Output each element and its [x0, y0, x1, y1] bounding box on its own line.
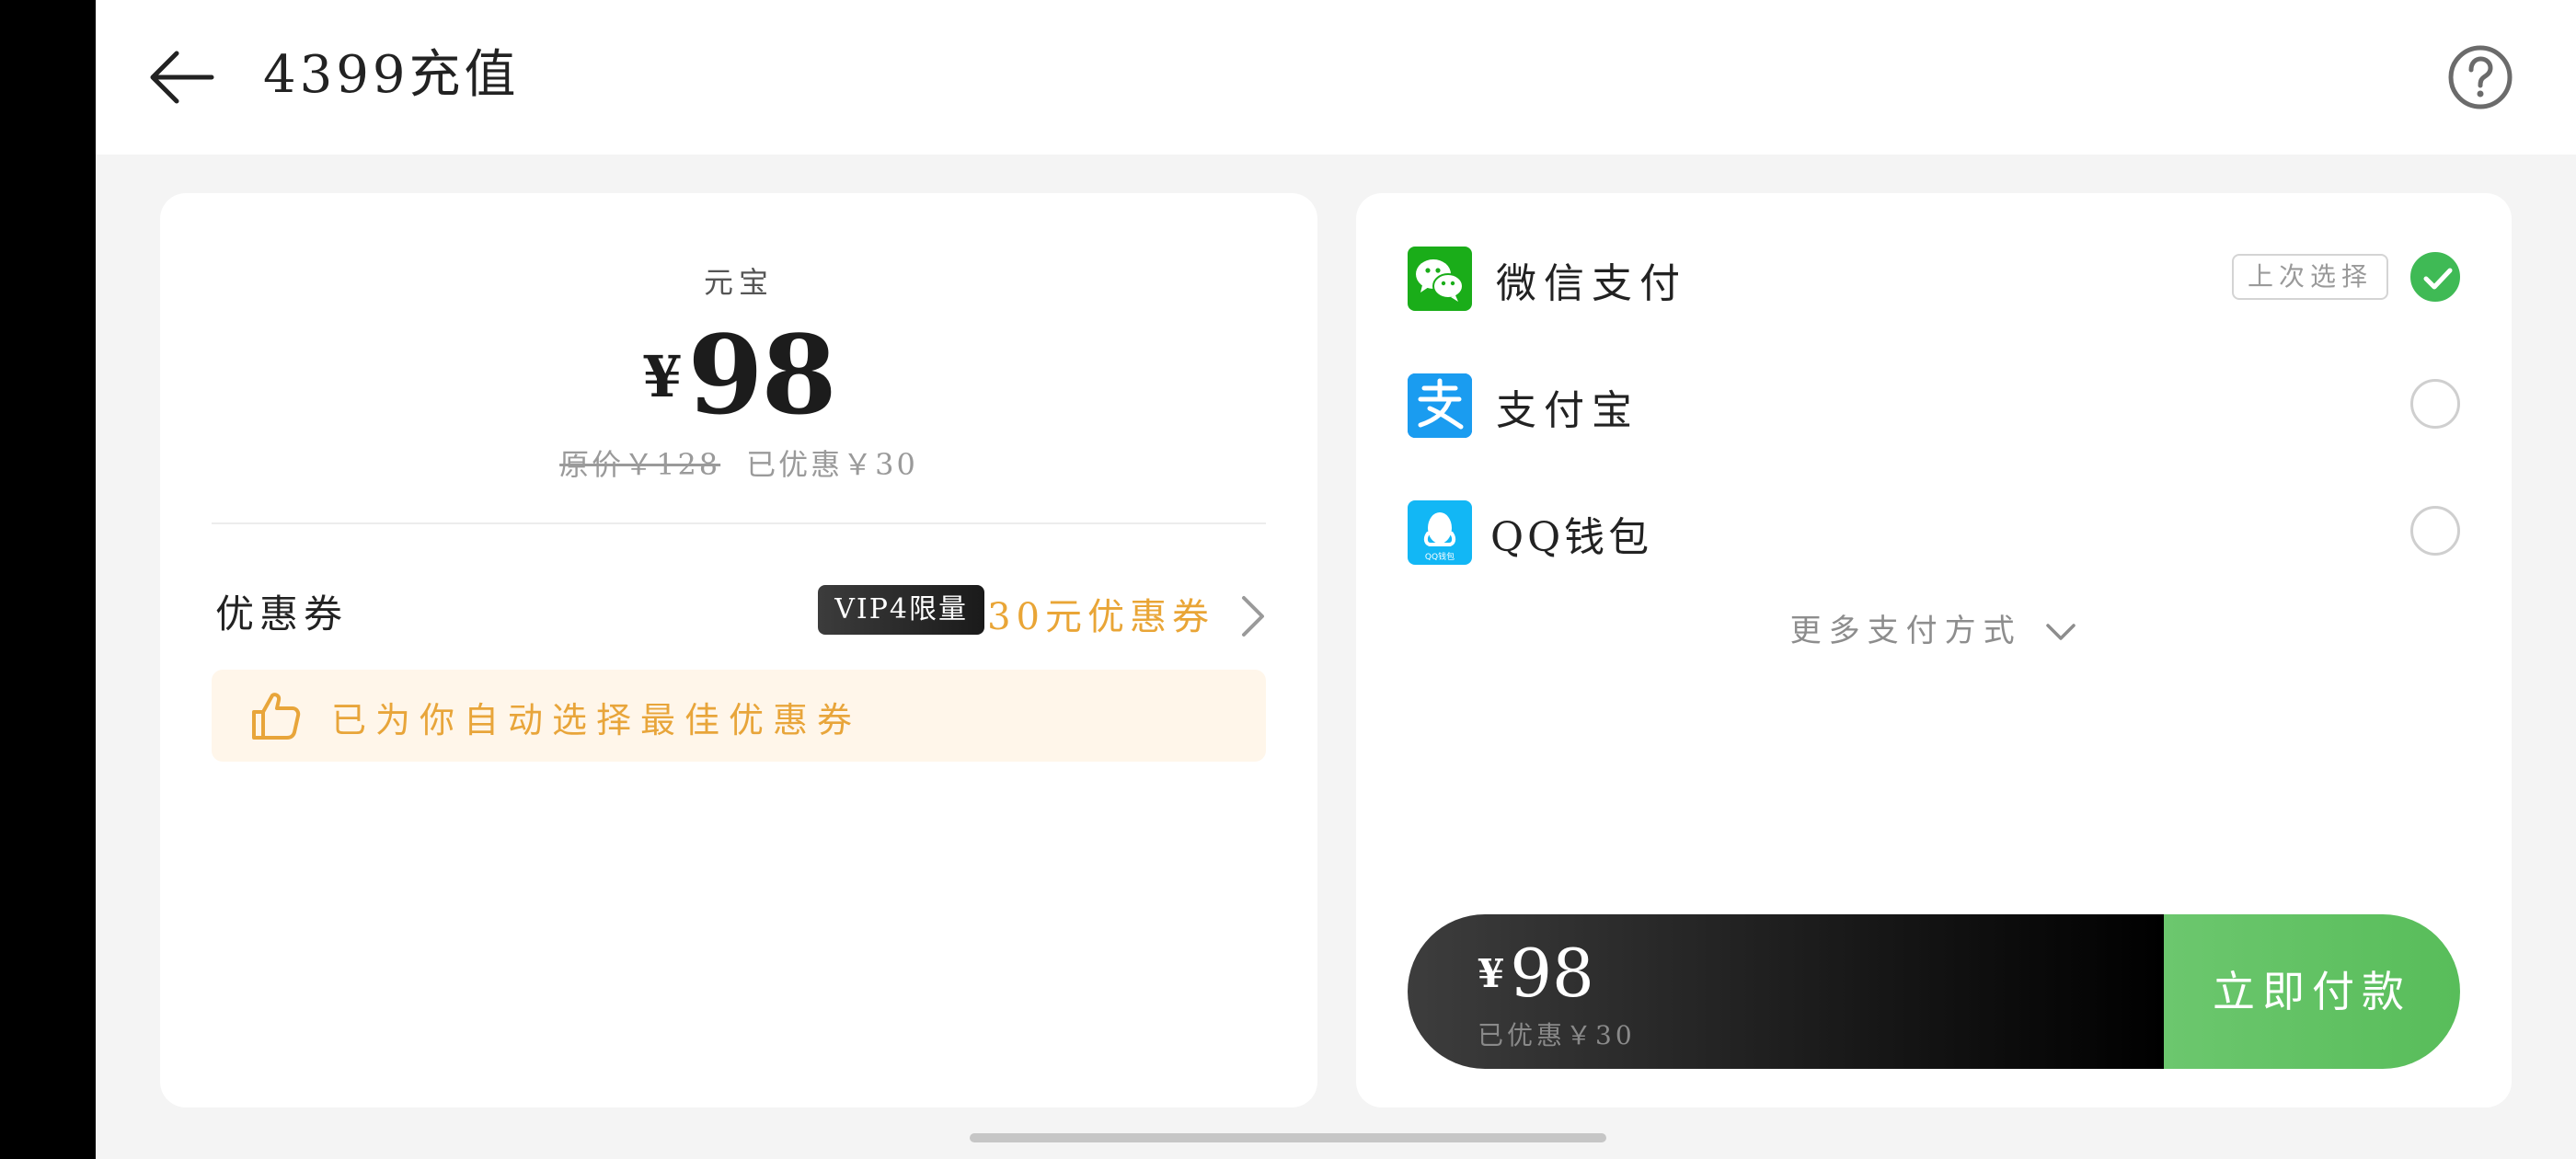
- currency-symbol: ¥: [1478, 951, 1505, 996]
- page-title: 4399充值: [263, 45, 520, 105]
- wechat-pay-icon: [1408, 247, 1472, 311]
- alipay-icon: [1408, 373, 1472, 438]
- discount-amount: 已优惠￥30: [746, 447, 918, 482]
- currency-symbol: ¥: [642, 343, 683, 410]
- qq-wallet-icon: QQ钱包: [1408, 500, 1472, 565]
- price-value: 98: [687, 311, 836, 439]
- pay-now-button[interactable]: 立即付款: [2164, 914, 2460, 1069]
- coupon-value: 30元优惠券: [987, 596, 1214, 638]
- payment-name: QQ钱包: [1490, 514, 1653, 561]
- coupon-tip: 已为你自动选择最佳优惠券: [212, 670, 1266, 762]
- radio-button[interactable]: [2410, 379, 2460, 429]
- more-payment-methods-button[interactable]: 更多支付方式: [1356, 605, 2512, 650]
- chevron-right-icon: [1240, 594, 1266, 638]
- payment-name: 支付宝: [1496, 387, 1639, 434]
- qq-wallet-icon-text: QQ钱包: [1425, 551, 1455, 562]
- thumbs-up-icon: [250, 690, 302, 741]
- payment-option-alipay[interactable]: 支付宝: [1408, 362, 2460, 445]
- price-display: ¥98: [160, 311, 1317, 439]
- arrow-left-icon[interactable]: [147, 44, 217, 110]
- app-screen: 4399充值 元宝 ¥98 原价￥128 已优惠￥30 优惠券 VIP4限量 30…: [96, 0, 2576, 1159]
- question-circle-icon[interactable]: [2447, 44, 2513, 110]
- radio-button[interactable]: [2410, 506, 2460, 556]
- divider: [212, 522, 1266, 524]
- home-indicator[interactable]: [970, 1133, 1606, 1142]
- vip-badge: VIP4限量: [818, 585, 984, 635]
- checkout-bar: ¥98 已优惠￥30 立即付款: [1408, 914, 2460, 1069]
- product-name: 元宝: [703, 265, 774, 300]
- total-discount: 已优惠￥30: [1478, 1020, 1636, 1050]
- payment-name: 微信支付: [1496, 260, 1687, 307]
- tip-text: 已为你自动选择最佳优惠券: [331, 700, 862, 740]
- order-card: 元宝 ¥98 原价￥128 已优惠￥30 优惠券 VIP4限量 30元优惠券 已…: [160, 193, 1317, 1107]
- payment-option-qq-wallet[interactable]: QQ钱包 QQ钱包: [1408, 489, 2460, 572]
- price-detail: 原价￥128 已优惠￥30: [160, 442, 1317, 484]
- total-amount: 98: [1510, 935, 1594, 1012]
- chevron-down-icon: [2046, 624, 2076, 640]
- payment-card: 微信支付 上次选择 支付宝 QQ钱包 QQ钱包 更多支付方式 ¥98 已优惠￥3…: [1356, 193, 2512, 1107]
- payment-option-wechat[interactable]: 微信支付 上次选择: [1408, 235, 2460, 318]
- original-price: 原价￥128: [559, 447, 721, 482]
- check-icon[interactable]: [2410, 252, 2460, 302]
- coupon-label: 优惠券: [215, 591, 349, 637]
- coupon-selector[interactable]: 优惠券 VIP4限量 30元优惠券: [212, 570, 1266, 653]
- total-panel: ¥98 已优惠￥30: [1408, 914, 2164, 1069]
- more-methods-label: 更多支付方式: [1789, 613, 2022, 649]
- last-chosen-tag: 上次选择: [2232, 254, 2388, 300]
- top-bar: 4399充值: [96, 0, 2576, 155]
- total-price: ¥98: [1478, 935, 1594, 1012]
